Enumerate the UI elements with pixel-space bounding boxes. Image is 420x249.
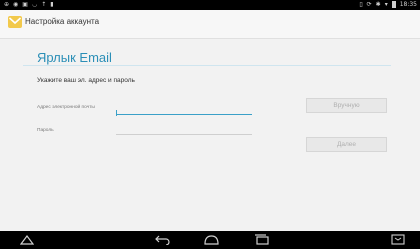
sync-icon: ⟳ [366,1,372,8]
notification-icon: ▣ [22,1,28,8]
status-bar: ⊕ ◉ ▣ ◡ ↑ ▮ ▯ ⟳ ✱ ▾ 18:35 [0,0,420,10]
notification-icon: ◡ [31,1,38,8]
title-divider [23,65,391,66]
page-title: Ярлык Email [37,50,112,65]
action-bar: Настройка аккаунта [0,10,420,39]
manual-setup-button[interactable]: Вручную [306,98,387,113]
notification-icon: ◉ [13,1,19,8]
status-system-icons: ▯ ⟳ ✱ ▾ 18:35 [359,1,417,8]
sim-icon: ▯ [359,1,363,8]
next-button[interactable]: Далее [306,137,387,152]
instruction-text: Укажите ваш эл. адрес и пароль [37,77,135,84]
fullscreen-icon[interactable] [391,234,405,245]
email-field[interactable] [116,114,252,115]
bluetooth-icon: ✱ [375,1,381,8]
status-time: 18:35 [399,1,417,8]
action-bar-title: Настройка аккаунта [25,17,100,26]
notification-icon: ↑ [41,1,47,8]
text-cursor [116,110,117,116]
wifi-icon: ▾ [384,1,388,8]
status-notifications: ⊕ ◉ ▣ ◡ ↑ ▮ [4,1,54,8]
navigation-bar [0,231,420,249]
email-app-icon[interactable] [8,15,22,29]
email-field-label: Адрес электронной почты [37,105,95,110]
home-button-icon[interactable] [203,234,220,245]
back-icon[interactable] [155,234,170,245]
password-field[interactable] [116,134,252,135]
password-field-label: Пароль [37,128,54,133]
notification-icon: ⊕ [4,1,10,8]
notification-icon: ▮ [50,1,54,8]
battery-icon [391,1,396,8]
home-icon[interactable] [20,234,34,245]
recent-apps-icon[interactable] [254,234,270,245]
